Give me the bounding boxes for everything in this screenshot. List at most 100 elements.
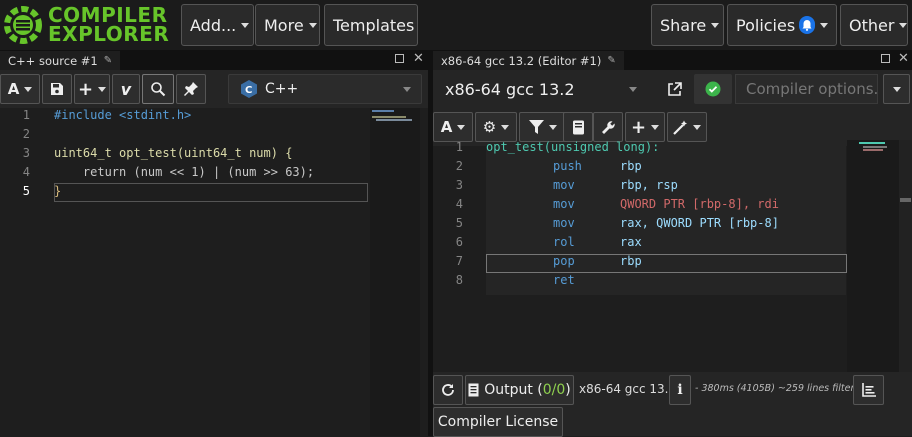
recompile-button[interactable]: [433, 375, 463, 405]
font-a-icon: A: [7, 80, 20, 98]
other-menu-button[interactable]: Other: [840, 4, 908, 46]
current-line-highlight: [486, 254, 847, 273]
code-line: uint64_t opt_test(uint64_t num) {: [54, 146, 293, 160]
cppinsights-button[interactable]: [142, 74, 174, 104]
compiler-license-label: Compiler License: [437, 414, 559, 430]
rename-pencil-icon[interactable]: ✎: [607, 55, 615, 66]
templates-button[interactable]: Templates: [324, 4, 418, 46]
minimap-line: [859, 142, 885, 144]
asm-minimap[interactable]: [847, 140, 899, 376]
chevron-down-icon: [24, 86, 33, 92]
plus-icon: +: [630, 116, 647, 138]
chevron-down-icon: [308, 22, 317, 28]
line-number: 5: [22, 184, 30, 198]
more-menu-button[interactable]: More: [255, 4, 320, 46]
font-size-button[interactable]: A: [0, 74, 40, 104]
compiler-options-input[interactable]: Compiler options...: [735, 74, 878, 104]
code-line: return (num << 1) | (num >> 63);: [54, 165, 315, 179]
minimap-line: [372, 116, 406, 118]
asm-operands: QWORD PTR [rbp-8], rdi: [620, 197, 779, 211]
compiler-pane: x86-64 gcc 13.2 (Editor #1) ✎ ✕ x86-64 g…: [433, 50, 912, 437]
language-label: C++: [265, 81, 299, 97]
options-dropdown-button[interactable]: [883, 74, 910, 104]
libraries-button[interactable]: [563, 112, 593, 142]
minimap-line: [372, 110, 394, 112]
logo-text: COMPILER EXPLORER: [48, 5, 169, 44]
output-label: Output (: [484, 382, 543, 398]
output-button[interactable]: Output (0/0): [465, 375, 574, 405]
output-label-close: ): [565, 382, 571, 398]
line-number: 7: [455, 254, 463, 268]
line-number: 5: [455, 216, 463, 230]
line-number: 3: [455, 178, 463, 192]
top-navbar: COMPILER EXPLORER Add... More Templates …: [0, 0, 912, 50]
compiler-picker[interactable]: x86-64 gcc 13.2: [435, 73, 645, 105]
compile-status[interactable]: [694, 74, 732, 104]
font-size-button[interactable]: A: [433, 112, 473, 142]
rename-pencil-icon[interactable]: ✎: [104, 55, 112, 66]
chevron-down-icon: [457, 124, 466, 130]
add-tool-button[interactable]: [667, 112, 707, 142]
scrollbar-thumb[interactable]: [900, 198, 911, 202]
close-icon[interactable]: ✕: [413, 51, 424, 66]
maximize-icon[interactable]: [881, 54, 890, 63]
compiler-options-placeholder: Compiler options...: [746, 80, 878, 98]
share-menu-button[interactable]: Share: [651, 4, 724, 46]
source-code-editor[interactable]: 1 2 3 4 5 #include <stdint.h> uint64_t o…: [0, 108, 428, 436]
check-circle-icon: [705, 81, 721, 97]
plus-icon: +: [77, 78, 94, 100]
minimap-line: [376, 119, 412, 121]
asm-operands: rbp, rsp: [620, 178, 678, 192]
close-icon[interactable]: ✕: [898, 51, 909, 66]
language-select[interactable]: C C++: [228, 74, 422, 104]
tools-button[interactable]: [593, 112, 623, 142]
filter-button[interactable]: [519, 112, 567, 142]
asm-mnemonic: ret: [553, 273, 575, 287]
line-number: 8: [455, 273, 463, 287]
asm-operands: rbp: [620, 254, 642, 268]
asm-mnemonic: mov: [553, 197, 575, 211]
source-tabstrip: C++ source #1 ✎ ✕: [0, 50, 428, 70]
info-icon: i: [677, 382, 683, 398]
add-new-pane-button[interactable]: +: [625, 112, 665, 142]
save-button[interactable]: [42, 74, 72, 104]
vim-mode-button[interactable]: v: [112, 74, 140, 104]
editor-minimap[interactable]: [370, 108, 420, 436]
chevron-down-icon: [629, 87, 637, 92]
asm-mnemonic: mov: [553, 216, 575, 230]
add-menu-button[interactable]: Add...: [181, 4, 254, 46]
assembly-output-editor[interactable]: 1 2 3 4 5 6 7 8 opt_test(unsigned long):…: [433, 140, 912, 376]
chevron-down-icon: [549, 124, 557, 130]
policies-menu-button[interactable]: Policies: [727, 4, 837, 46]
more-menu-label: More: [264, 15, 304, 35]
maximize-icon[interactable]: [395, 54, 404, 63]
wrench-icon: [601, 120, 615, 134]
svg-text:C: C: [245, 85, 252, 96]
opt-output-button[interactable]: [853, 375, 884, 405]
code-line: }: [54, 184, 62, 198]
compiler-explorer-logo[interactable]: COMPILER EXPLORER: [4, 4, 169, 46]
asm-scrollbar[interactable]: [899, 140, 912, 376]
compiler-name: x86-64 gcc 13.2: [445, 79, 575, 99]
asm-label: opt_test(unsigned long):: [486, 140, 660, 154]
line-number: 1: [22, 108, 30, 122]
policies-menu-label: Policies: [736, 15, 796, 35]
compiler-tab-title: x86-64 gcc 13.2 (Editor #1): [441, 53, 602, 68]
font-a-icon: A: [440, 118, 453, 136]
quick-bench-button[interactable]: [176, 74, 206, 104]
add-new-button[interactable]: +: [74, 74, 110, 104]
asm-mnemonic: mov: [553, 178, 575, 192]
chevron-down-icon: [403, 87, 411, 92]
chevron-down-icon: [241, 22, 250, 28]
code-line: #include <stdint.h>: [54, 108, 192, 122]
source-tab[interactable]: C++ source #1 ✎: [0, 51, 121, 70]
compiler-license-button[interactable]: Compiler License: [433, 407, 563, 437]
compiler-info-button[interactable]: i: [669, 375, 691, 405]
source-tab-title: C++ source #1: [8, 53, 98, 68]
popout-button[interactable]: [659, 74, 689, 104]
compiler-tab[interactable]: x86-64 gcc 13.2 (Editor #1) ✎: [433, 51, 624, 70]
bar-chart-icon: [861, 383, 876, 397]
minimap-line: [863, 149, 883, 151]
asm-operands: rbp: [620, 159, 642, 173]
output-settings-button[interactable]: ⚙: [475, 112, 517, 142]
